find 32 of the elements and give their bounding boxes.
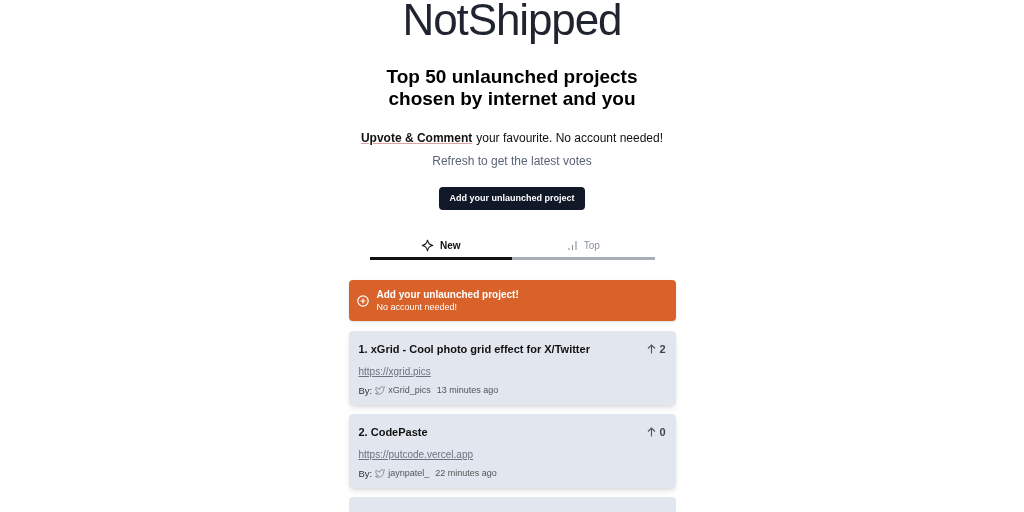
project-title: 2. CodePaste [358,425,428,440]
project-title: 1. xGrid - Cool photo grid effect for X/Twitter [358,342,590,357]
sparkle-icon [420,238,434,252]
project-link[interactable]: https://xgrid.pics [358,363,431,379]
bar-chart-icon [566,239,578,251]
arrow-up-icon [647,344,657,355]
headline: Top 50 unlaunched projects chosen by internet and you [385,66,639,110]
add-project-button[interactable]: Add your unlaunched project [439,187,585,210]
intro-text: your favourite. No account needed! [476,130,664,147]
project-card[interactable]: 2. CodePaste 0 https://putcode.vercel.app By: jaynpatel_ 22 minutes ago [348,414,676,488]
project-link[interactable]: https://putcode.vercel.app [358,446,474,462]
project-card[interactable]: 1. xGrid - Cool photo grid effect for X/Twitter 2 https://xgrid.pics By: xGrid_pics 13 minutes ago [348,331,676,405]
refresh-note: Refresh to get the latest votes [432,153,592,170]
add-project-banner[interactable]: Add your unlaunched project! No account needed! [348,280,676,321]
upvote-button[interactable]: 2 [647,341,666,358]
bird-icon [375,386,386,396]
project-card[interactable] [348,497,676,512]
tab[interactable]: New [369,233,512,260]
plus-circle-icon [356,294,369,307]
upvote-button[interactable]: 0 [647,424,666,441]
banner-title: Add your unlaunched project! [376,288,519,301]
banner-subtitle: No account needed! [376,301,459,313]
by-label: By: [358,466,373,481]
arrow-up-icon [647,427,657,438]
site-logo: NotShipped [402,0,622,42]
post-time: 13 minutes ago [436,383,499,397]
by-label: By: [358,383,373,398]
upvote-comment-link[interactable]: Upvote & Comment [360,129,473,147]
author-name[interactable]: xGrid_pics [388,383,431,398]
bird-icon [375,469,386,479]
author-name[interactable]: jaynpatel_ [388,466,430,481]
post-time: 22 minutes ago [435,466,497,480]
